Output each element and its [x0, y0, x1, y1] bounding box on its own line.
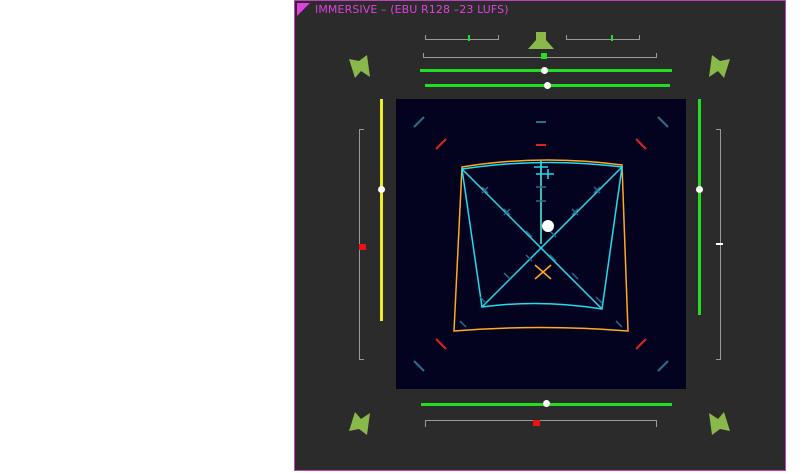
speaker-rear-left-icon[interactable]: [347, 409, 375, 437]
sound-position-dot: [542, 220, 554, 232]
right-level-meter[interactable]: [698, 99, 701, 315]
panel-title: IMMERSIVE – (EBU R128 –23 LUFS): [315, 3, 509, 16]
immersive-panel: IMMERSIVE – (EBU R128 –23 LUFS): [294, 0, 786, 471]
rear-balance-marker: [533, 420, 540, 426]
speaker-center-icon[interactable]: [527, 31, 555, 53]
tick-rear-right-red: [635, 338, 647, 350]
tick-front-right-red: [635, 138, 647, 150]
left-level-meter[interactable]: [380, 99, 383, 321]
front-balance-bracket: [423, 53, 657, 58]
top-left-level-bracket: [425, 35, 499, 40]
right-level-knob[interactable]: [696, 186, 703, 193]
front-width-knob[interactable]: [541, 67, 548, 74]
rear-balance-bracket: [425, 420, 657, 427]
tick-front-left-red: [435, 138, 447, 150]
left-level-knob[interactable]: [378, 186, 385, 193]
tick-front-right-outer: [657, 116, 669, 128]
surround-radar[interactable]: [396, 99, 686, 389]
diag-line-1: [461, 168, 603, 310]
top-right-level-bracket: [566, 35, 640, 40]
top-left-level-marker: [468, 35, 470, 41]
right-balance-marker: [716, 243, 723, 245]
speaker-front-left-icon[interactable]: [347, 53, 375, 81]
tick-rear-right-outer: [657, 360, 669, 372]
speaker-front-right-icon[interactable]: [704, 53, 732, 81]
panel-corner-icon[interactable]: [297, 3, 310, 16]
left-balance-marker: [359, 244, 366, 250]
rear-outline: [461, 161, 623, 310]
diag-line-2: [481, 166, 623, 308]
front-balance-marker: [541, 53, 547, 59]
top-right-level-marker: [611, 35, 613, 41]
speaker-rear-right-icon[interactable]: [704, 409, 732, 437]
tick-front-left-outer: [413, 116, 425, 128]
front-depth-knob[interactable]: [544, 82, 551, 89]
tick-rear-left-red: [435, 338, 447, 350]
radar-graphics: [413, 116, 669, 372]
rear-width-knob[interactable]: [543, 400, 550, 407]
tick-rear-left-outer: [413, 360, 425, 372]
